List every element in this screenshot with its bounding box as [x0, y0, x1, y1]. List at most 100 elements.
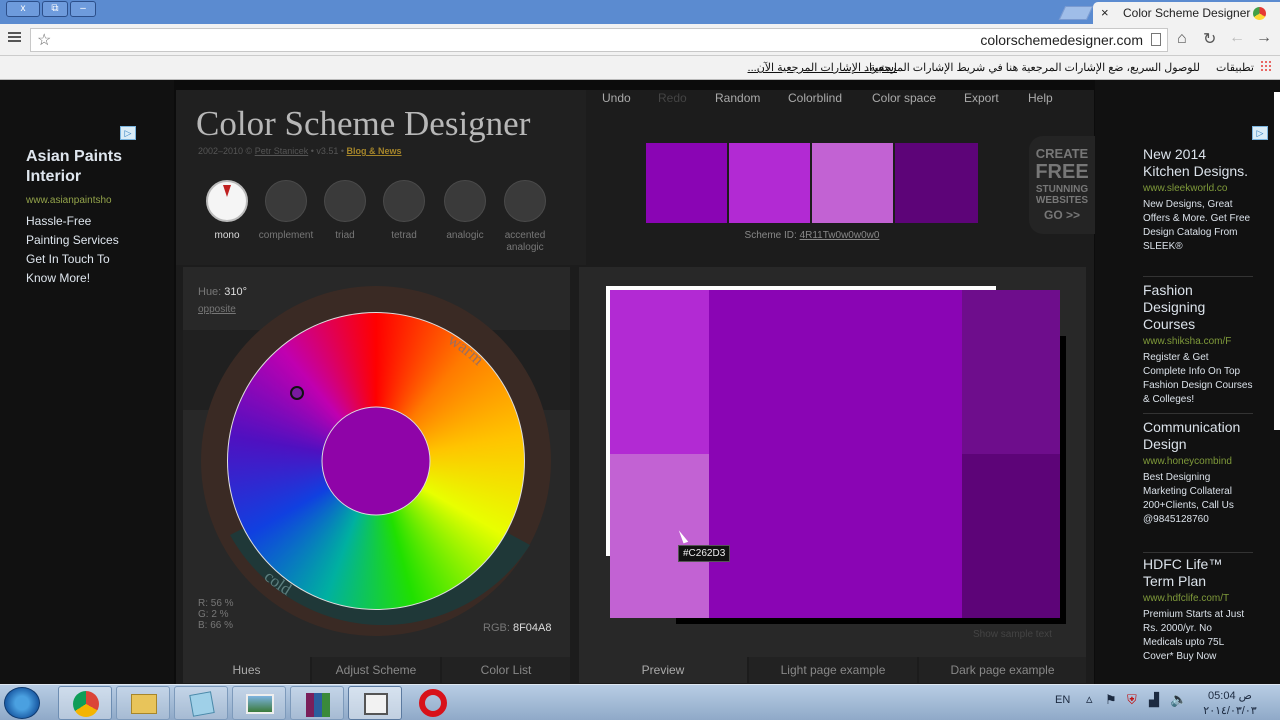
taskbar-notepad[interactable] — [174, 686, 228, 720]
accented-analogic-icon — [504, 180, 546, 222]
tab-color-list[interactable]: Color List — [442, 657, 570, 683]
byline-version: • v3.51 • — [308, 146, 347, 156]
restore-window-button[interactable]: ⧉ — [42, 1, 68, 17]
rgb-g: G: 2 % — [198, 609, 229, 620]
menu-colorblind[interactable]: Colorblind — [788, 91, 842, 105]
menu-color-space[interactable]: Color space — [872, 91, 936, 105]
color-wheel[interactable]: warm cold — [200, 285, 552, 637]
rgb-breakdown: R: 56 % G: 2 % B: 66 % — [198, 598, 234, 631]
tab-hues[interactable]: Hues — [183, 657, 310, 683]
swatch-light[interactable] — [729, 143, 810, 223]
taskbar-explorer[interactable] — [116, 686, 170, 720]
import-bookmarks-link[interactable]: استيراد الإشارات المرجعية الآن... — [748, 61, 897, 74]
scheme-id-link[interactable]: 4R11Tw0w0w0w0 — [800, 230, 880, 241]
taskbar-winrar[interactable] — [290, 686, 344, 720]
promo-line4: WEBSITES — [1035, 195, 1089, 206]
favicon-icon — [1253, 7, 1266, 20]
network-icon[interactable]: ▟ — [1149, 692, 1159, 708]
close-window-button[interactable]: x — [6, 1, 40, 17]
folder-icon — [131, 694, 157, 714]
byline: 2002–2010 © Petr Stanicek • v3.51 • Blog… — [198, 146, 402, 156]
home-icon[interactable]: ⌂ — [1177, 30, 1187, 48]
taskbar-chrome[interactable] — [58, 686, 112, 720]
ad-item[interactable]: New 2014 Kitchen Designs. www.sleekworld… — [1143, 146, 1253, 254]
tab-close-icon[interactable]: × — [1101, 2, 1109, 24]
start-button[interactable] — [4, 687, 40, 719]
taskbar-app[interactable] — [348, 686, 402, 720]
tab-title: Color Scheme Designer 3 — [1123, 6, 1261, 20]
bookmarks-hint: للوصول السريع، ضع الإشارات المرجعية هنا … — [866, 62, 1200, 74]
menu-redo[interactable]: Redo — [658, 91, 687, 105]
swatch-primary[interactable] — [646, 143, 727, 223]
ad-title: New 2014 Kitchen Designs. — [1143, 146, 1249, 179]
menu-undo[interactable]: Undo — [602, 91, 631, 105]
chrome-icon — [73, 691, 99, 717]
volume-icon[interactable]: 🔈 — [1170, 691, 1187, 708]
preview-canvas — [610, 290, 1060, 618]
swatch-lighter[interactable] — [812, 143, 893, 223]
right-ad-column: ▷ New 2014 Kitchen Designs. www.sleekwor… — [1095, 80, 1280, 684]
swatch-dark[interactable] — [895, 143, 978, 223]
ad-item[interactable]: HDFC Life™ Term Plan www.hdfclife.com/T … — [1143, 556, 1253, 664]
scheme-id: Scheme ID: 4R11Tw0w0w0w0 — [646, 230, 978, 241]
tab-preview[interactable]: Preview — [579, 657, 747, 683]
scheme-swatches — [646, 143, 978, 223]
ad-text: Premium Starts at Just Rs. 2000/yr. No M… — [1143, 609, 1245, 662]
menu-random[interactable]: Random — [715, 91, 760, 105]
reload-icon[interactable]: ↻ — [1203, 29, 1216, 49]
winrar-icon — [306, 693, 330, 717]
tab-light-page[interactable]: Light page example — [749, 657, 917, 683]
new-tab-button[interactable] — [1058, 6, 1094, 20]
analogic-icon — [444, 180, 486, 222]
minimize-window-button[interactable]: – — [70, 1, 96, 17]
flag-icon[interactable]: ⚑ — [1105, 692, 1117, 708]
page-icon — [1151, 33, 1161, 46]
security-icon[interactable]: ⛨ — [1127, 692, 1137, 708]
browser-tab[interactable]: × Color Scheme Designer 3 — [1093, 2, 1280, 24]
preview-light-color[interactable] — [610, 290, 709, 454]
rgb-b: B: 66 % — [198, 620, 234, 631]
promo-banner[interactable]: CREATE FREE STUNNING WEBSITES GO >> — [1029, 136, 1095, 234]
taskbar-opera[interactable] — [406, 686, 460, 720]
ad-divider — [1143, 413, 1253, 414]
author-link[interactable]: Petr Stanicek — [255, 146, 309, 156]
menu-icon[interactable] — [8, 32, 21, 34]
menu-export[interactable]: Export — [964, 91, 999, 105]
ad-item[interactable]: Communication Design www.honeycombind Be… — [1143, 419, 1253, 527]
adchoices-icon[interactable]: ▷ — [1252, 126, 1268, 140]
opera-icon — [419, 689, 447, 717]
scheme-types: mono complement triad tetrad analogic ac… — [192, 180, 572, 256]
preview-darker-color[interactable] — [962, 454, 1060, 618]
tab-adjust-scheme[interactable]: Adjust Scheme — [312, 657, 440, 683]
show-sample-link[interactable]: Show sample text — [973, 629, 1052, 640]
preview-dark-color[interactable] — [962, 290, 1060, 454]
forward-icon[interactable]: ← — [1229, 29, 1245, 47]
left-ad-text[interactable]: Hassle-Free Painting Services Get In Tou… — [26, 212, 136, 288]
menu-help[interactable]: Help — [1028, 91, 1053, 105]
star-icon[interactable]: ☆ — [37, 30, 51, 50]
ad-url: www.hdfclife.com/T — [1143, 593, 1230, 604]
tab-dark-page[interactable]: Dark page example — [919, 657, 1086, 683]
clock-date[interactable]: ٢٠١٤/٠٣/٠٣ — [1200, 704, 1260, 717]
back-icon[interactable]: → — [1256, 29, 1272, 47]
apps-label[interactable]: تطبيقات — [1216, 61, 1254, 74]
adchoices-icon[interactable]: ▷ — [120, 126, 136, 140]
ad-text: Best Designing Marketing Collateral 200+… — [1143, 472, 1234, 525]
show-hidden-icons-icon[interactable]: ▵ — [1086, 691, 1093, 707]
taskbar-image-viewer[interactable] — [232, 686, 286, 720]
left-ad-url[interactable]: www.asianpaintsho — [26, 194, 112, 208]
apps-icon[interactable] — [1260, 60, 1272, 72]
preview-lighter-color[interactable] — [610, 454, 709, 618]
bookmarks-bar: تطبيقات للوصول السريع، ضع الإشارات المرج… — [0, 56, 1280, 80]
clock-time[interactable]: 05:04 ص — [1200, 689, 1260, 702]
url-text: colorschemedesigner.com — [980, 32, 1143, 48]
address-bar[interactable]: ☆ colorschemedesigner.com — [30, 28, 1168, 52]
left-ad-title[interactable]: Asian Paints Interior — [26, 147, 156, 187]
language-indicator[interactable]: EN — [1055, 694, 1070, 706]
ad-title: Fashion Designing Courses — [1143, 282, 1206, 332]
app-menu: Undo Redo Random Colorblind Color space … — [590, 86, 1094, 110]
hue-picker-handle[interactable] — [290, 386, 304, 400]
blog-link[interactable]: Blog & News — [347, 146, 402, 156]
ad-url: www.honeycombind — [1143, 456, 1232, 467]
ad-item[interactable]: Fashion Designing Courses www.shiksha.co… — [1143, 282, 1253, 407]
